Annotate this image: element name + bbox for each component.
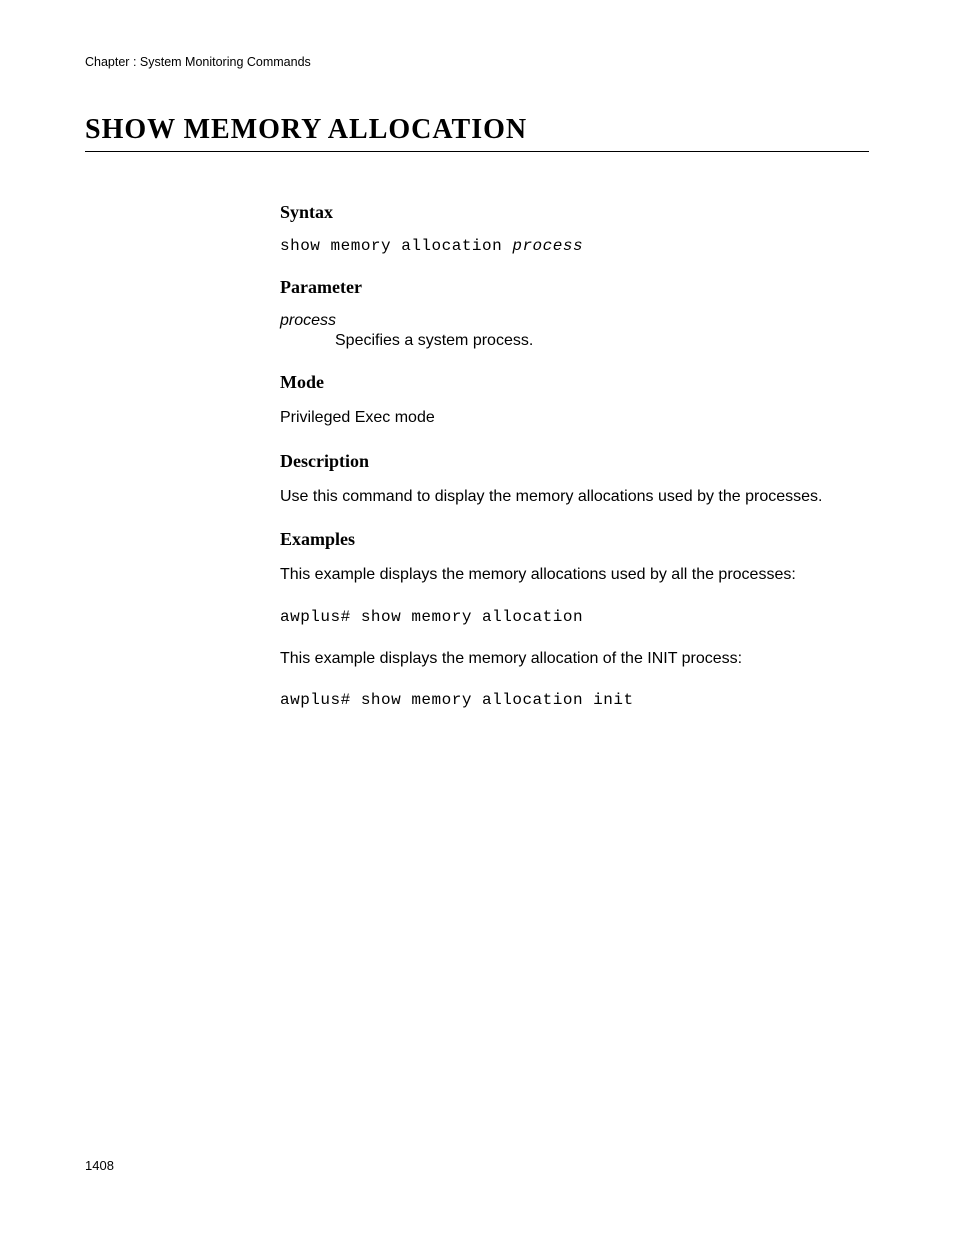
parameter-term: process xyxy=(280,312,840,330)
chapter-header: Chapter : System Monitoring Commands xyxy=(85,55,869,69)
syntax-command-text: show memory allocation xyxy=(280,237,512,255)
page-number: 1408 xyxy=(85,1158,114,1173)
syntax-command: show memory allocation process xyxy=(280,237,840,255)
page-title: SHOW MEMORY ALLOCATION xyxy=(85,114,869,152)
description-text: Use this command to display the memory a… xyxy=(280,486,840,508)
content-area: Syntax show memory allocation process Pa… xyxy=(280,202,840,709)
parameter-heading: Parameter xyxy=(280,277,840,298)
example-command-2: awplus# show memory allocation init xyxy=(280,691,840,709)
examples-heading: Examples xyxy=(280,529,840,550)
page-container: Chapter : System Monitoring Commands SHO… xyxy=(0,0,954,1235)
example-intro-1: This example displays the memory allocat… xyxy=(280,564,840,586)
description-heading: Description xyxy=(280,451,840,472)
mode-heading: Mode xyxy=(280,372,840,393)
syntax-heading: Syntax xyxy=(280,202,840,223)
example-command-1: awplus# show memory allocation xyxy=(280,608,840,626)
syntax-command-arg: process xyxy=(512,237,583,255)
parameter-description: Specifies a system process. xyxy=(335,332,840,350)
example-intro-2: This example displays the memory allocat… xyxy=(280,648,840,670)
mode-text: Privileged Exec mode xyxy=(280,407,840,429)
